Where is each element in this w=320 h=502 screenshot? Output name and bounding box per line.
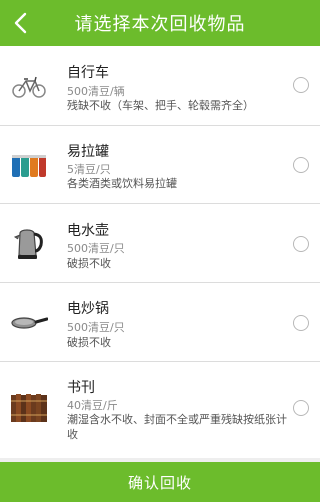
list-item[interactable]: 自行车 500清豆/辆 残缺不收（车架、把手、轮毂需齐全） — [0, 46, 320, 126]
select-radio[interactable] — [293, 157, 309, 173]
select-radio[interactable] — [293, 236, 309, 252]
select-radio[interactable] — [293, 77, 309, 93]
item-name: 电水壶 — [67, 223, 109, 239]
item-price: 500清豆/辆 — [67, 85, 125, 98]
back-button[interactable] — [6, 5, 34, 41]
item-price: 500清豆/只 — [67, 321, 125, 334]
list-item[interactable]: 电炒锅 500清豆/只 破损不收 — [0, 283, 320, 362]
books-icon — [9, 388, 49, 428]
list-item[interactable]: 电水壶 500清豆/只 破损不收 — [0, 204, 320, 283]
chevron-left-icon — [14, 12, 27, 34]
list-item[interactable]: 书刊 40清豆/斤 潮湿含水不收、封面不全或严重残缺按纸张计收 — [0, 362, 320, 458]
item-note: 各类酒类或饮料易拉罐 — [67, 177, 177, 190]
item-price: 40清豆/斤 — [67, 399, 118, 412]
cans-icon — [9, 145, 49, 185]
list-item[interactable]: 易拉罐 5清豆/只 各类酒类或饮料易拉罐 — [0, 126, 320, 204]
item-note: 破损不收 — [67, 257, 111, 270]
frying-pan-icon — [9, 303, 49, 343]
select-radio[interactable] — [293, 400, 309, 416]
recycle-item-list: 自行车 500清豆/辆 残缺不收（车架、把手、轮毂需齐全） 易拉罐 5清豆/只 … — [0, 46, 320, 458]
item-name: 自行车 — [67, 65, 109, 81]
kettle-icon — [9, 223, 49, 263]
item-name: 电炒锅 — [67, 301, 109, 317]
confirm-recycle-button[interactable]: 确认回收 — [0, 462, 320, 502]
item-note: 破损不收 — [67, 336, 111, 349]
item-price: 5清豆/只 — [67, 163, 111, 176]
page-title: 请选择本次回收物品 — [74, 14, 246, 35]
item-name: 书刊 — [67, 380, 95, 396]
select-radio[interactable] — [293, 315, 309, 331]
bicycle-icon — [9, 66, 49, 106]
item-name: 易拉罐 — [67, 144, 109, 160]
confirm-recycle-label: 确认回收 — [127, 473, 192, 492]
item-note: 残缺不收（车架、把手、轮毂需齐全） — [67, 99, 254, 112]
top-bar: 请选择本次回收物品 — [0, 0, 320, 46]
item-price: 500清豆/只 — [67, 242, 125, 255]
item-note: 潮湿含水不收、封面不全或严重残缺按纸张计收 — [67, 413, 287, 441]
